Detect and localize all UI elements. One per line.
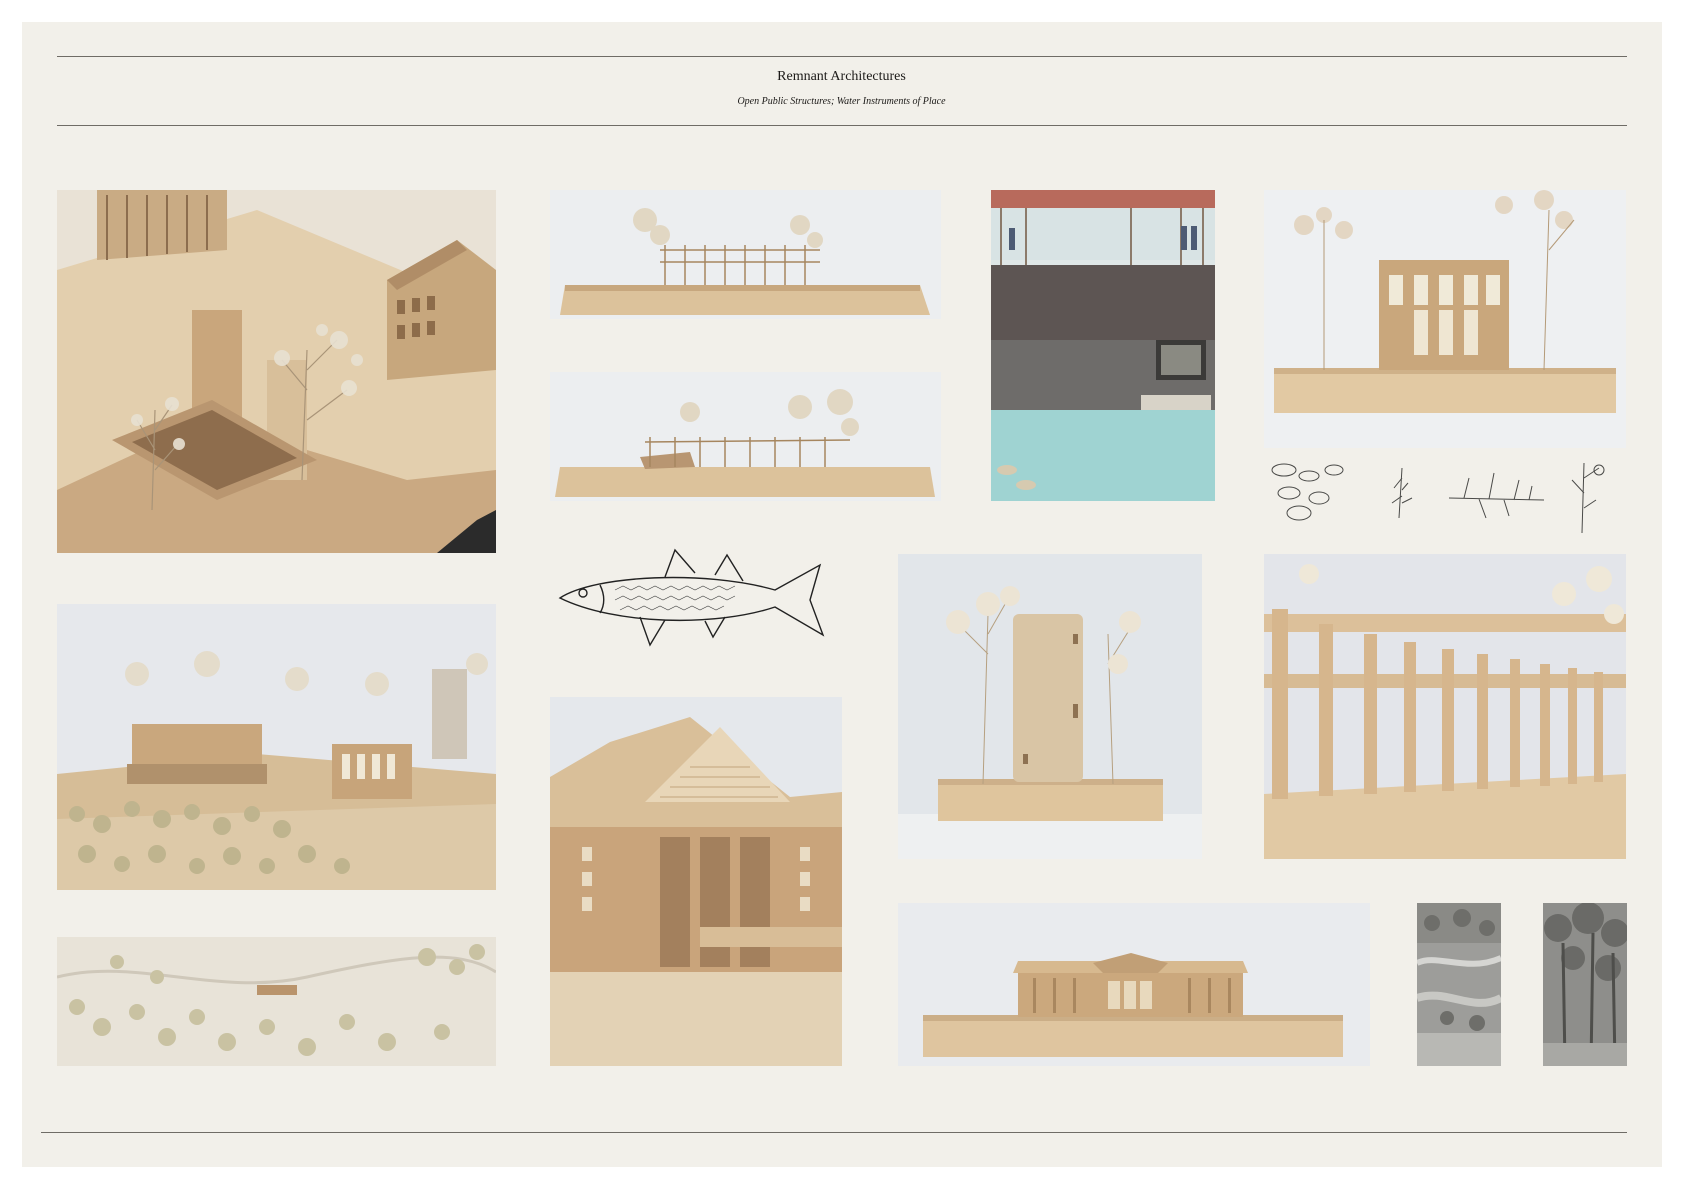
model-colonnade-photo: [1264, 554, 1626, 859]
header-bottom-rule: [57, 125, 1627, 126]
model-tower-photo: [898, 554, 1202, 859]
botanical-sketches: [1264, 458, 1626, 536]
model-fence-elevation-photo-2: [550, 372, 941, 501]
water-section-drawing: [991, 190, 1215, 501]
woodland-photo: [1543, 903, 1627, 1066]
model-aerial-plinth-photo: [57, 190, 496, 553]
page-title: Remnant Architectures: [777, 69, 906, 84]
wetland-photo: [1417, 903, 1501, 1066]
page-subtitle: Open Public Structures; Water Instrument…: [737, 96, 946, 107]
model-fence-elevation-photo-1: [550, 190, 941, 319]
model-pavilion-front-photo: [1264, 190, 1626, 448]
model-site-topography-photo: [57, 937, 496, 1066]
model-long-hall-elevation-photo: [898, 903, 1370, 1066]
footer-rule: [41, 1132, 1627, 1133]
model-gabled-hall-closeup-photo: [550, 697, 842, 1066]
top-rule: [57, 56, 1627, 57]
model-site-overview-photo: [57, 604, 496, 890]
fish-engraving: [555, 545, 835, 653]
